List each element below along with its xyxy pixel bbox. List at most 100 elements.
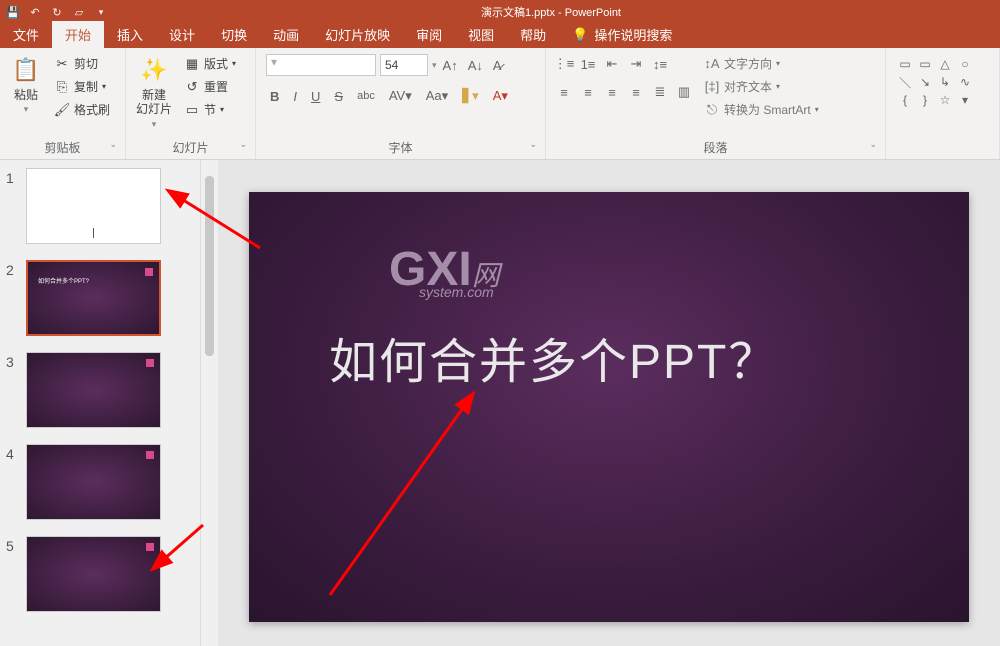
columns-icon[interactable]: ▥: [674, 82, 694, 102]
group-slides: ✨ 新建 幻灯片 ▾ ▦版式▾ ↺重置 ▭节▾ 幻灯片: [126, 48, 256, 159]
underline-button[interactable]: U: [309, 87, 322, 106]
distribute-icon[interactable]: ≣: [650, 82, 670, 102]
thumbnail-2[interactable]: 2 如何合并多个PPT?: [0, 252, 200, 344]
layout-button[interactable]: ▦版式▾: [180, 54, 240, 73]
group-clipboard: 📋 粘贴 ▾ ✂剪切 ⎘复制▾ 🖌格式刷 剪贴板: [0, 48, 126, 159]
tab-slideshow[interactable]: 幻灯片放映: [312, 21, 403, 48]
tab-view[interactable]: 视图: [455, 21, 507, 48]
bullets-icon[interactable]: ⋮≡: [554, 54, 574, 74]
scrollbar-handle[interactable]: [205, 176, 214, 356]
font-size-input[interactable]: [380, 54, 428, 76]
paste-icon: 📋: [10, 54, 42, 86]
copy-button[interactable]: ⎘复制▾: [50, 77, 114, 96]
lightbulb-icon: 💡: [572, 27, 588, 43]
group-label-clipboard: 剪贴板: [6, 136, 119, 159]
decrease-indent-icon[interactable]: ⇤: [602, 54, 622, 74]
slide[interactable]: GXI 网 system.com 如何合并多个PPT？: [249, 192, 969, 622]
redo-icon[interactable]: ↻: [50, 5, 64, 19]
align-center-icon[interactable]: ≡: [578, 82, 598, 102]
slide-thumbnails: 1 2 如何合并多个PPT? 3 4 5: [0, 160, 200, 646]
shape-rect2-icon[interactable]: ▭: [916, 56, 934, 72]
section-button[interactable]: ▭节▾: [180, 100, 240, 119]
format-painter-button[interactable]: 🖌格式刷: [50, 100, 114, 119]
new-slide-button[interactable]: ✨ 新建 幻灯片 ▾: [132, 52, 176, 132]
shape-tri-icon[interactable]: △: [936, 56, 954, 72]
clear-format-icon[interactable]: A̷: [491, 56, 504, 75]
decrease-font-icon[interactable]: A↓: [466, 56, 485, 75]
bold-button[interactable]: B: [268, 87, 281, 106]
shape-rect-icon[interactable]: ▭: [896, 56, 914, 72]
start-from-beginning-icon[interactable]: ▱: [72, 5, 86, 19]
shape-elbow-icon[interactable]: ↳: [936, 74, 954, 90]
shape-more-icon[interactable]: ▾: [956, 92, 974, 108]
tab-help[interactable]: 帮助: [507, 21, 559, 48]
thumbnail-5[interactable]: 5: [0, 528, 200, 620]
tab-transitions[interactable]: 切换: [208, 21, 260, 48]
group-drawing: ▭ ▭ △ ○ ＼ ↘ ↳ ∿ { } ☆ ▾: [886, 48, 1000, 159]
tab-insert[interactable]: 插入: [104, 21, 156, 48]
shape-star-icon[interactable]: ☆: [936, 92, 954, 108]
justify-icon[interactable]: ≡: [626, 82, 646, 102]
slide-title[interactable]: 如何合并多个PPT？: [329, 322, 778, 392]
strikethrough-button[interactable]: S: [332, 87, 345, 106]
group-label-slides: 幻灯片: [132, 136, 249, 159]
font-color-button[interactable]: A▾: [491, 86, 510, 106]
brush-icon: 🖌: [54, 102, 70, 118]
reset-button[interactable]: ↺重置: [180, 77, 240, 96]
group-paragraph: ⋮≡ 1≡ ⇤ ⇥ ↕≡ ≡ ≡ ≡ ≡ ≣ ▥ ↕A文字方向▾: [546, 48, 886, 159]
cut-button[interactable]: ✂剪切: [50, 54, 114, 73]
thumb-preview: [26, 536, 161, 612]
ribbon-tabs: 文件 开始 插入 设计 切换 动画 幻灯片放映 审阅 视图 帮助 💡 操作说明搜…: [0, 24, 1000, 48]
slide-canvas: GXI 网 system.com 如何合并多个PPT？: [218, 160, 1000, 646]
window-title: 演示文稿1.pptx - PowerPoint: [108, 4, 994, 20]
tab-animations[interactable]: 动画: [260, 21, 312, 48]
group-label-paragraph: 段落: [552, 136, 879, 159]
group-font: ▾ ▾ A↑ A↓ A̷ B I U S abc AV▾ Aa▾ ▋▾ A▾: [256, 48, 546, 159]
align-left-icon[interactable]: ≡: [554, 82, 574, 102]
thumbnail-scrollbar[interactable]: [200, 160, 218, 646]
align-text-button[interactable]: [‡]对齐文本▾: [700, 77, 823, 96]
italic-button[interactable]: I: [291, 87, 299, 106]
shapes-gallery[interactable]: ▭ ▭ △ ○ ＼ ↘ ↳ ∿ { } ☆ ▾: [896, 56, 974, 108]
thumbnail-4[interactable]: 4: [0, 436, 200, 528]
thumbnail-3[interactable]: 3: [0, 344, 200, 436]
align-right-icon[interactable]: ≡: [602, 82, 622, 102]
section-icon: ▭: [184, 102, 200, 118]
increase-indent-icon[interactable]: ⇥: [626, 54, 646, 74]
tell-me[interactable]: 💡 操作说明搜索: [559, 21, 685, 48]
thumbnail-1[interactable]: 1: [0, 160, 200, 252]
char-spacing-button[interactable]: AV▾: [387, 86, 414, 106]
copy-icon: ⎘: [54, 79, 70, 95]
undo-icon[interactable]: ↶: [28, 5, 42, 19]
numbering-icon[interactable]: 1≡: [578, 54, 598, 74]
increase-font-icon[interactable]: A↑: [441, 56, 460, 75]
save-icon[interactable]: 💾: [6, 5, 20, 19]
shape-curve-icon[interactable]: ∿: [956, 74, 974, 90]
font-family-select[interactable]: ▾: [266, 54, 376, 76]
change-case-button[interactable]: Aa▾: [424, 86, 450, 106]
paste-button[interactable]: 📋 粘贴 ▾: [6, 52, 46, 117]
line-spacing-icon[interactable]: ↕≡: [650, 54, 670, 74]
shape-brace-icon[interactable]: {: [896, 92, 914, 108]
thumb-preview: [26, 168, 161, 244]
workspace: 1 2 如何合并多个PPT? 3 4 5: [0, 160, 1000, 646]
tab-review[interactable]: 审阅: [403, 21, 455, 48]
tab-design[interactable]: 设计: [156, 21, 208, 48]
shape-circle-icon[interactable]: ○: [956, 56, 974, 72]
reset-icon: ↺: [184, 79, 200, 95]
tab-file[interactable]: 文件: [0, 21, 52, 48]
shape-line-icon[interactable]: ＼: [896, 74, 914, 90]
shape-brace2-icon[interactable]: }: [916, 92, 934, 108]
text-direction-button[interactable]: ↕A文字方向▾: [700, 54, 823, 73]
align-text-icon: [‡]: [704, 79, 720, 95]
smartart-button[interactable]: ⎋转换为 SmartArt▾: [700, 100, 823, 119]
qat-customize-icon[interactable]: ▾: [94, 5, 108, 19]
shape-arrow-icon[interactable]: ↘: [916, 74, 934, 90]
tab-home[interactable]: 开始: [52, 21, 104, 48]
smartart-icon: ⎋: [704, 102, 720, 118]
shadow-button[interactable]: abc: [355, 88, 377, 104]
thumb-number: 2: [6, 260, 18, 336]
highlight-button[interactable]: ▋▾: [460, 86, 481, 106]
tell-me-label: 操作说明搜索: [594, 25, 672, 44]
layout-icon: ▦: [184, 56, 200, 72]
